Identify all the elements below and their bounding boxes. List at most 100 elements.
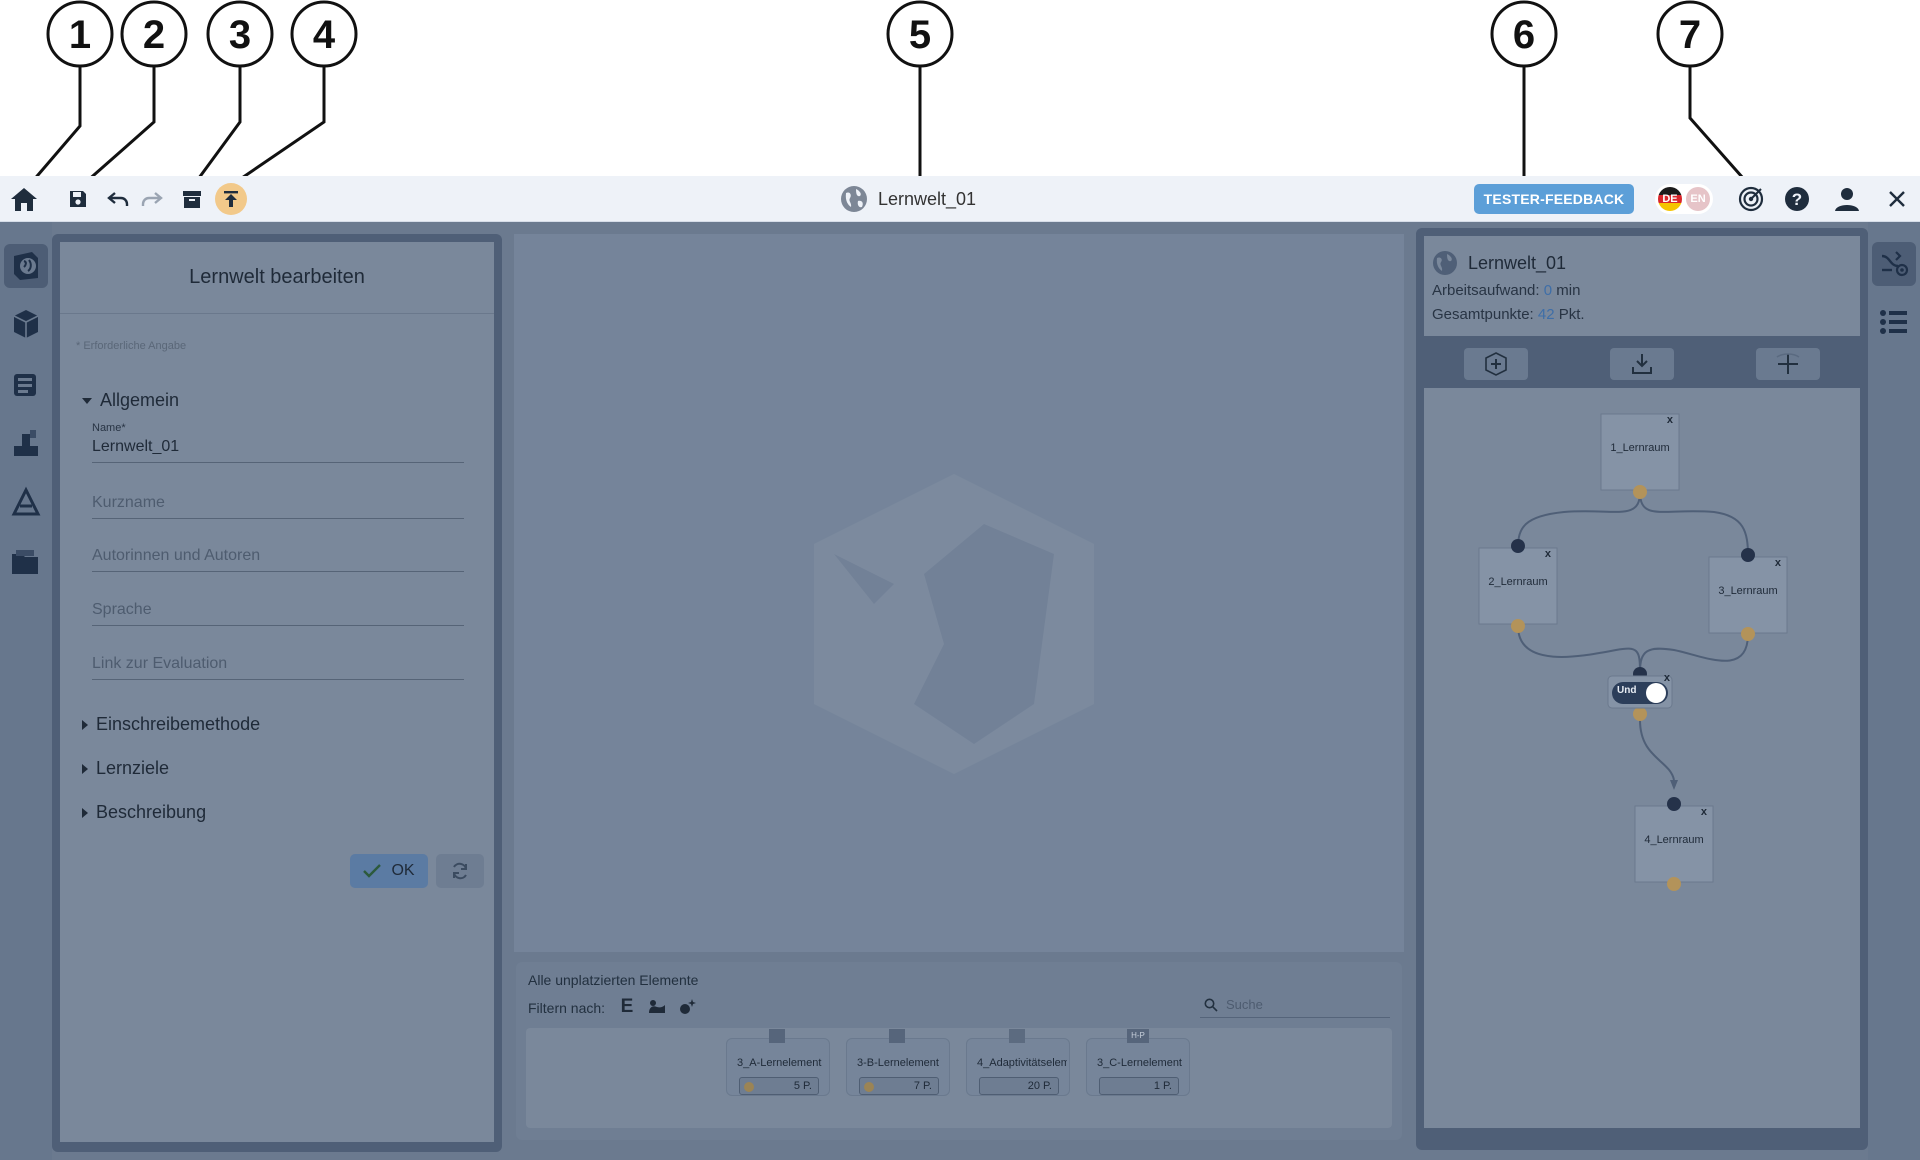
unplaced-elements-panel: Alle unplatzierten Elemente Filtern nach…	[516, 962, 1402, 1140]
callout-1: 1	[69, 13, 91, 57]
check-icon	[363, 864, 382, 878]
language-field[interactable]: Sprache	[92, 597, 464, 626]
globe-icon	[841, 186, 867, 212]
section-description-label: Beschreibung	[96, 802, 207, 822]
lang-de-label: DE	[1662, 193, 1678, 205]
filter-element-icon[interactable]: E	[616, 996, 638, 1018]
node-remove-icon[interactable]: x	[1545, 548, 1551, 560]
learning-path-graph[interactable]: x 1_Lernraum x 2_Lernraum x 3_Lernraum x…	[1424, 388, 1860, 1128]
node-remove-icon[interactable]: x	[1775, 557, 1781, 569]
element-points-value: 7 P.	[913, 1080, 932, 1092]
list-view-icon[interactable]	[1872, 300, 1916, 344]
adler-logo-icon	[814, 474, 1094, 774]
shortname-field[interactable]: Kurzname	[92, 490, 464, 519]
language-placeholder: Sprache	[92, 601, 152, 618]
add-condition-button[interactable]	[1756, 348, 1820, 380]
learning-world-title: Lernwelt_01	[840, 176, 976, 222]
learning-goals-icon[interactable]	[4, 480, 48, 524]
close-icon[interactable]	[1882, 176, 1912, 222]
workload-value: 0	[1543, 282, 1553, 299]
element-type-icon	[889, 1029, 905, 1043]
save-icon[interactable]	[64, 176, 92, 222]
element-points-value: 5 P.	[793, 1080, 812, 1092]
section-description-toggle[interactable]: Beschreibung	[82, 802, 206, 823]
section-general-toggle[interactable]: Allgemein	[82, 390, 179, 411]
world-edit-icon[interactable]	[4, 244, 48, 288]
top-toolbar: Lernwelt_01 TESTER-FEEDBACK DE EN ?	[0, 176, 1920, 222]
space-edit-icon[interactable]	[4, 302, 48, 346]
element-search[interactable]	[1200, 992, 1390, 1018]
callout-7: 7	[1679, 13, 1701, 57]
section-goals-toggle[interactable]: Lernziele	[82, 758, 169, 779]
right-sidebar	[1868, 222, 1920, 1160]
learning-space-node[interactable]: x 1_Lernraum	[1601, 414, 1679, 490]
filter-story-icon[interactable]	[646, 996, 668, 1018]
export-icon[interactable]	[214, 176, 248, 222]
element-points-value: 20 P.	[1027, 1080, 1052, 1092]
user-icon[interactable]	[1832, 176, 1862, 222]
element-edit-icon[interactable]	[4, 362, 48, 406]
unplaced-element-card[interactable]: 4_Adaptivitätselement 20 P.	[966, 1029, 1070, 1096]
unplaced-element-card[interactable]: H-P 3_C-Lernelement 1 P.	[1086, 1029, 1190, 1096]
section-enrolment-toggle[interactable]: Einschreibemethode	[82, 714, 260, 735]
name-label: Name*	[92, 422, 126, 434]
learning-space-node[interactable]: x 4_Lernraum	[1635, 806, 1713, 882]
evaluation-link-field[interactable]: Link zur Evaluation	[92, 651, 464, 680]
section-goals-label: Lernziele	[96, 758, 170, 778]
add-space-button[interactable]	[1464, 348, 1528, 380]
h5p-badge-icon: H-P	[1127, 1029, 1149, 1043]
difficulty-icon	[744, 1082, 754, 1092]
world-overview-panel: Lernwelt_01 Arbeitsaufwand: 0 min Gesamt…	[1416, 228, 1868, 1150]
condition-node[interactable]: Und x	[1608, 672, 1672, 708]
tester-feedback-button[interactable]: TESTER-FEEDBACK	[1474, 184, 1634, 214]
flag-en-icon[interactable]: EN	[1686, 187, 1710, 211]
element-name: 4_Adaptivitätselement	[977, 1057, 1067, 1069]
search-input[interactable]	[1226, 997, 1376, 1012]
node-remove-icon[interactable]: x	[1667, 414, 1673, 426]
panel-title: Lernwelt bearbeiten	[60, 242, 494, 314]
unplaced-element-card[interactable]: 3-B-Lernelement 7 P.	[846, 1029, 950, 1096]
reset-button[interactable]	[436, 854, 484, 888]
folder-icon[interactable]	[4, 540, 48, 584]
points-label: Gesamtpunkte:	[1432, 306, 1534, 323]
home-icon[interactable]	[8, 176, 40, 222]
callout-3: 3	[229, 13, 251, 57]
authors-field[interactable]: Autorinnen und Autoren	[92, 543, 464, 572]
world-info-title: Lernwelt_01	[1432, 250, 1566, 276]
unplaced-element-card[interactable]: 3_A-Lernelement 5 P.	[726, 1029, 830, 1096]
name-field[interactable]: Name* Lernwelt_01	[92, 422, 464, 463]
filter-adaptivity-icon[interactable]	[676, 996, 698, 1018]
target-icon[interactable]	[1736, 176, 1766, 222]
undo-icon[interactable]	[104, 176, 132, 222]
element-points-value: 1 P.	[1153, 1080, 1172, 1092]
svg-text:?: ?	[1792, 190, 1802, 209]
learning-space-node[interactable]: x 2_Lernraum	[1479, 548, 1557, 624]
import-button[interactable]	[1610, 348, 1674, 380]
condition-remove-icon[interactable]: x	[1664, 672, 1670, 684]
evaluation-placeholder: Link zur Evaluation	[92, 655, 228, 672]
node-remove-icon[interactable]: x	[1701, 806, 1707, 818]
world-info: Lernwelt_01 Arbeitsaufwand: 0 min Gesamt…	[1424, 236, 1860, 336]
element-points: 20 P.	[979, 1077, 1059, 1095]
caret-right-icon	[82, 719, 88, 730]
workspace: Lernwelt bearbeiten * Erforderliche Anga…	[0, 222, 1920, 1160]
learning-space-node[interactable]: x 3_Lernraum	[1709, 557, 1787, 633]
unplaced-title: Alle unplatzierten Elemente	[528, 972, 699, 988]
path-view-icon[interactable]	[1872, 242, 1916, 286]
element-type-icon	[769, 1029, 785, 1043]
node-label: 2_Lernraum	[1488, 576, 1548, 588]
help-icon[interactable]: ?	[1782, 176, 1812, 222]
world-edit-panel: Lernwelt bearbeiten * Erforderliche Anga…	[52, 234, 502, 1152]
redo-icon[interactable]	[138, 176, 166, 222]
callout-5: 5	[909, 13, 931, 57]
node-label: 1_Lernraum	[1610, 442, 1670, 454]
archive-icon[interactable]	[178, 176, 206, 222]
ok-button[interactable]: OK	[350, 854, 428, 888]
caret-down-icon	[82, 397, 92, 404]
flag-de-icon[interactable]: DE	[1658, 187, 1682, 211]
world-canvas[interactable]	[514, 234, 1404, 952]
language-switch[interactable]: DE EN	[1654, 176, 1714, 222]
lang-en-label: EN	[1690, 193, 1706, 205]
path-connections	[1478, 413, 1788, 891]
adaptivity-icon[interactable]	[4, 422, 48, 466]
